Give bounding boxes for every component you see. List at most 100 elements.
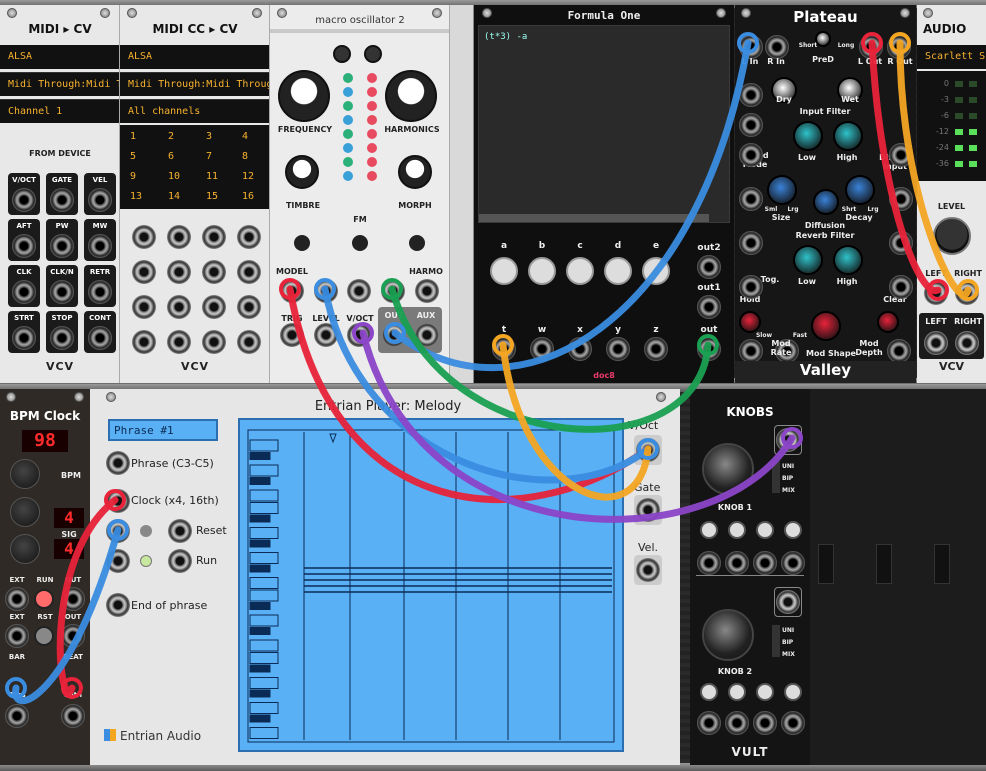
output-jack[interactable] xyxy=(88,188,112,212)
cc-output-jack[interactable] xyxy=(202,260,226,284)
sixteenths-jack[interactable] xyxy=(61,704,85,728)
voct-out-jack[interactable] xyxy=(636,438,660,462)
jack-vel[interactable]: VEL xyxy=(84,173,116,215)
piano-key[interactable] xyxy=(249,652,279,664)
jack-voct[interactable]: V/OCT xyxy=(8,173,40,215)
playhead-marker[interactable] xyxy=(329,433,337,444)
level-knob[interactable] xyxy=(933,217,971,255)
hold-cv-jack[interactable] xyxy=(739,83,763,107)
piano-key[interactable] xyxy=(249,702,279,714)
left-output-jack[interactable] xyxy=(924,331,948,355)
level-jack[interactable] xyxy=(314,323,338,347)
vel-out-jack[interactable] xyxy=(636,558,660,582)
piano-key[interactable] xyxy=(249,627,271,635)
piano-key[interactable] xyxy=(249,727,279,739)
cv-jack[interactable] xyxy=(725,711,749,735)
attenuverter-knob[interactable] xyxy=(784,521,802,539)
trig-jack[interactable] xyxy=(280,323,304,347)
reset-button[interactable] xyxy=(34,626,54,646)
piano-key[interactable] xyxy=(249,477,271,485)
jack-clkn[interactable]: CLK/N xyxy=(46,265,78,307)
input-jack-y[interactable] xyxy=(606,337,630,361)
attenuverter-knob[interactable] xyxy=(728,521,746,539)
cv-jack[interactable] xyxy=(739,187,763,211)
r-in-jack[interactable] xyxy=(765,35,789,59)
left-input-jack[interactable] xyxy=(924,281,948,305)
jack-strt[interactable]: STRT xyxy=(8,311,40,353)
midi-cv-module[interactable]: MIDI ▸ CV ALSA Midi Through:Midi T Chann… xyxy=(0,5,120,383)
cc-cell[interactable]: 15 xyxy=(206,191,218,202)
mod-depth-jack[interactable] xyxy=(887,339,911,363)
cc-cell[interactable]: 5 xyxy=(130,151,136,162)
output-jack[interactable] xyxy=(50,188,74,212)
cv-jack[interactable] xyxy=(889,231,913,255)
cc-cell[interactable]: 9 xyxy=(130,171,136,182)
cc-number-grid[interactable]: 1 2 3 4 5 6 7 8 9 10 11 12 13 14 15 16 xyxy=(120,125,269,209)
piano-key[interactable] xyxy=(249,527,279,539)
audio-module[interactable]: AUDIO Scarlett S 0 -3 -6 -12 -24 -36 LEVEL LE… xyxy=(917,5,986,383)
model-select-knob-left[interactable] xyxy=(333,45,351,63)
eighths-jack[interactable] xyxy=(5,704,29,728)
decay-knob[interactable] xyxy=(845,175,875,205)
reset-out-jack[interactable] xyxy=(168,519,192,543)
midi-driver-select[interactable]: ALSA xyxy=(120,45,269,69)
midi-channel-select[interactable]: Channel 1 xyxy=(0,99,119,123)
midi-cc-module[interactable]: MIDI CC ▸ CV ALSA Midi Through:Midi Thro… xyxy=(120,5,270,383)
piano-roll[interactable] xyxy=(238,418,624,752)
cv-jack[interactable] xyxy=(889,275,913,299)
jack-gate[interactable]: GATE xyxy=(46,173,78,215)
input-jack-x[interactable] xyxy=(568,337,592,361)
phrase-cv-jack[interactable] xyxy=(106,451,130,475)
right-input-jack[interactable] xyxy=(955,281,979,305)
reset-out-jack[interactable] xyxy=(61,624,85,648)
cv-jack[interactable] xyxy=(739,143,763,167)
piano-key[interactable] xyxy=(249,489,279,502)
cv-jack[interactable] xyxy=(753,711,777,735)
expression-editor[interactable]: (t*3) -a xyxy=(478,25,730,223)
clock-jack[interactable] xyxy=(106,489,130,513)
run-button[interactable] xyxy=(140,555,152,567)
timbre-knob[interactable] xyxy=(285,155,319,189)
phrase-selector[interactable]: Phrase #1 xyxy=(108,419,218,441)
attenuverter-knob[interactable] xyxy=(728,683,746,701)
input-jack-t[interactable] xyxy=(492,337,516,361)
cc-cell[interactable]: 1 xyxy=(130,131,136,142)
size-knob[interactable] xyxy=(767,175,797,205)
audio-device-select[interactable]: Scarlett S xyxy=(917,45,986,69)
vult-knobs-module[interactable]: KNOBS UNI BIP MIX KNOB 1 UNI BIP MIX KNO… xyxy=(690,389,810,765)
reset-button[interactable] xyxy=(140,525,152,537)
sig-top-knob[interactable] xyxy=(10,497,40,527)
harmonics-knob[interactable] xyxy=(385,70,437,122)
piano-key[interactable] xyxy=(249,589,279,602)
input-jack[interactable] xyxy=(739,113,763,137)
attenuverter-knob[interactable] xyxy=(756,683,774,701)
reset-jack[interactable] xyxy=(106,519,130,543)
cv-jack[interactable] xyxy=(725,551,749,575)
output-jack[interactable] xyxy=(12,326,36,350)
input-jack-w[interactable] xyxy=(530,337,554,361)
cc-output-jack[interactable] xyxy=(202,330,226,354)
mod-rate-knob[interactable] xyxy=(739,311,761,333)
reverb-low-knob[interactable] xyxy=(793,245,823,275)
cv-jack[interactable] xyxy=(889,143,913,167)
piano-key[interactable] xyxy=(249,502,279,514)
piano-key[interactable] xyxy=(249,689,271,698)
cv-jack[interactable] xyxy=(697,711,721,735)
morph-attenuverter[interactable] xyxy=(409,235,425,251)
jack-cont[interactable]: CONT xyxy=(84,311,116,353)
bpm-knob[interactable] xyxy=(10,459,40,489)
cc-cell[interactable]: 3 xyxy=(206,131,212,142)
knob-2[interactable] xyxy=(702,609,754,661)
timbre-cv-jack[interactable] xyxy=(314,279,338,303)
cc-cell[interactable]: 12 xyxy=(242,171,254,182)
jack-retr[interactable]: RETR xyxy=(84,265,116,307)
cv-jack[interactable] xyxy=(781,551,805,575)
cc-cell[interactable]: 8 xyxy=(242,151,248,162)
cc-output-jack[interactable] xyxy=(237,225,261,249)
piano-key[interactable] xyxy=(249,452,271,460)
fm-cv-jack[interactable] xyxy=(347,279,371,303)
output-jack-out2[interactable] xyxy=(697,255,721,279)
output-jack-out1[interactable] xyxy=(697,295,721,319)
mod-shape-knob[interactable] xyxy=(811,311,841,341)
entrian-player-module[interactable]: Entrian Player: Melody Phrase #1 Phrase … xyxy=(90,389,680,765)
